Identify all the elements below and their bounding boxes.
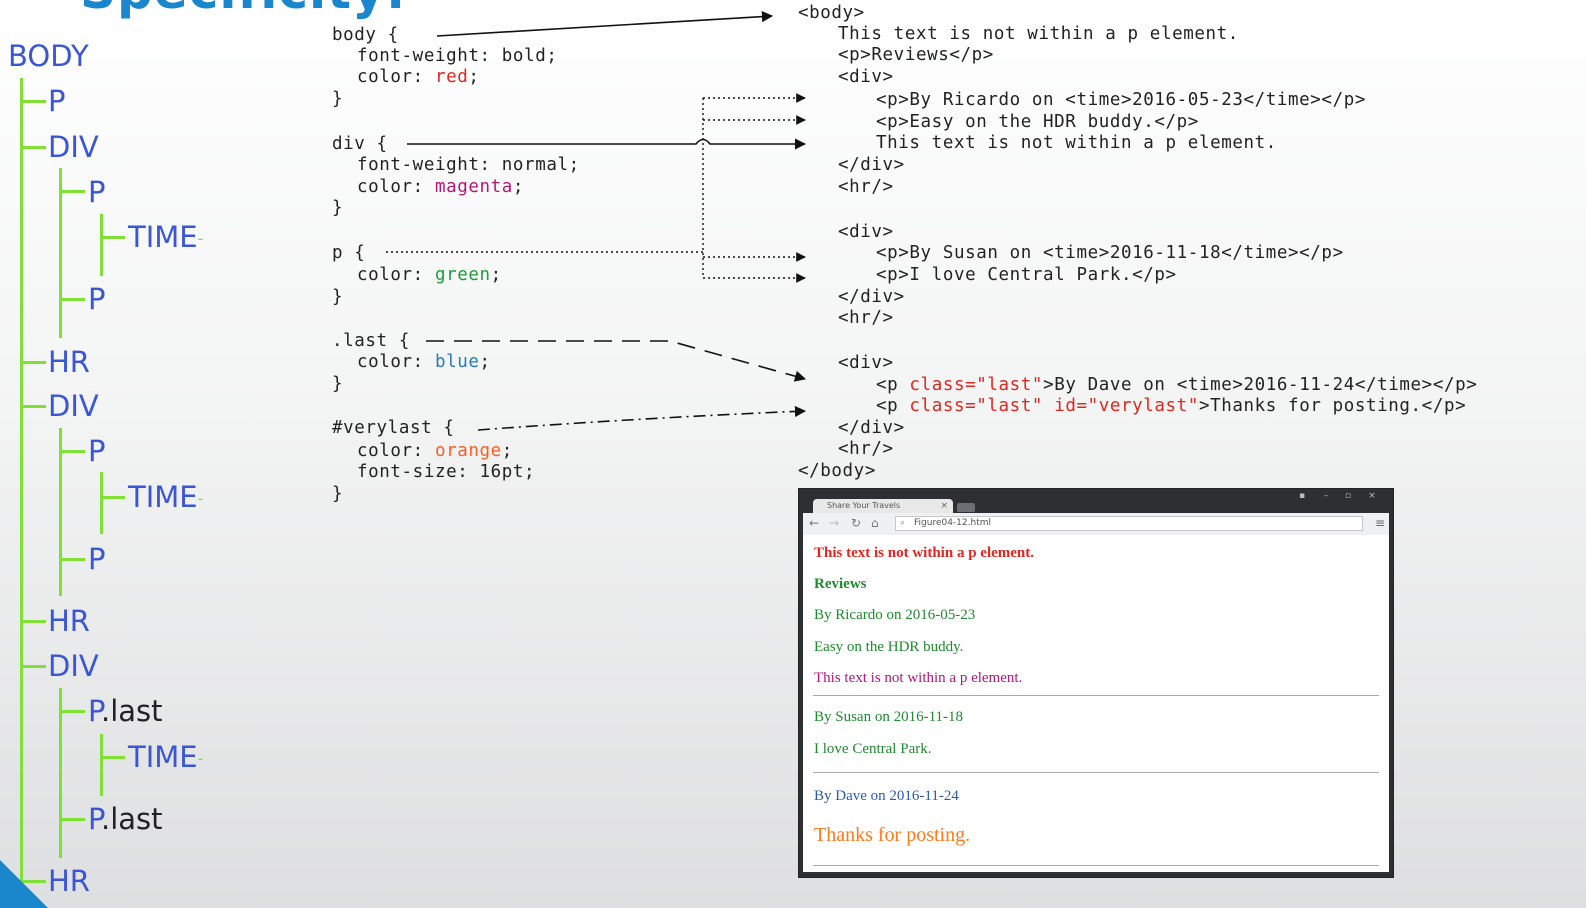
address-bar[interactable]: ⌕ Figure04-12.html bbox=[895, 516, 1363, 531]
rendered-thanks: Thanks for posting. bbox=[814, 824, 971, 846]
address-text: Figure04-12.html bbox=[914, 518, 991, 528]
rendered-central: I love Central Park. bbox=[814, 741, 932, 757]
browser-tab[interactable]: Share Your Travels × bbox=[813, 499, 953, 513]
profile-icon[interactable]: ▪ bbox=[1293, 491, 1311, 501]
arrow-last-rule bbox=[426, 340, 807, 382]
rendered-ricardo: By Ricardo on 2016-05-23 bbox=[814, 607, 976, 623]
rendered-reviews: Reviews bbox=[814, 576, 867, 592]
rendered-hr bbox=[813, 865, 1379, 866]
arrow-body-rule bbox=[436, 11, 774, 37]
rendered-div-text: This text is not within a p element. bbox=[814, 670, 1023, 686]
menu-icon[interactable]: ≡ bbox=[1375, 516, 1385, 530]
rendered-easy: Easy on the HDR buddy. bbox=[814, 639, 964, 655]
tab-title: Share Your Travels bbox=[827, 501, 901, 510]
rendered-hr bbox=[813, 695, 1379, 696]
rendered-hr bbox=[813, 772, 1379, 773]
home-icon[interactable]: ⌂ bbox=[871, 516, 879, 530]
search-icon: ⌕ bbox=[900, 518, 906, 528]
browser-toolbar: ← → ↻ ⌂ ⌕ Figure04-12.html ≡ bbox=[803, 513, 1389, 535]
arrow-div-rule bbox=[407, 138, 807, 150]
minimize-icon[interactable]: – bbox=[1317, 491, 1335, 501]
rendered-dave: By Dave on 2016-11-24 bbox=[814, 788, 959, 804]
reload-icon[interactable]: ↻ bbox=[851, 516, 861, 530]
back-icon[interactable]: ← bbox=[809, 516, 819, 530]
browser-tabbar: Share Your Travels × ▪ – ▫ × bbox=[799, 489, 1393, 513]
forward-icon[interactable]: → bbox=[829, 516, 839, 530]
browser-window: Share Your Travels × ▪ – ▫ × ← → ↻ ⌂ ⌕ F… bbox=[798, 488, 1394, 878]
new-tab-button[interactable] bbox=[957, 503, 975, 512]
maximize-icon[interactable]: ▫ bbox=[1339, 491, 1357, 501]
rendered-page: This text is not within a p element. Rev… bbox=[803, 535, 1389, 872]
tab-close-icon[interactable]: × bbox=[940, 499, 948, 513]
close-window-icon[interactable]: × bbox=[1363, 491, 1381, 501]
rendered-body-text: This text is not within a p element. bbox=[814, 545, 1035, 561]
arrow-verylast-rule bbox=[477, 405, 807, 431]
rendered-susan: By Susan on 2016-11-18 bbox=[814, 709, 964, 725]
